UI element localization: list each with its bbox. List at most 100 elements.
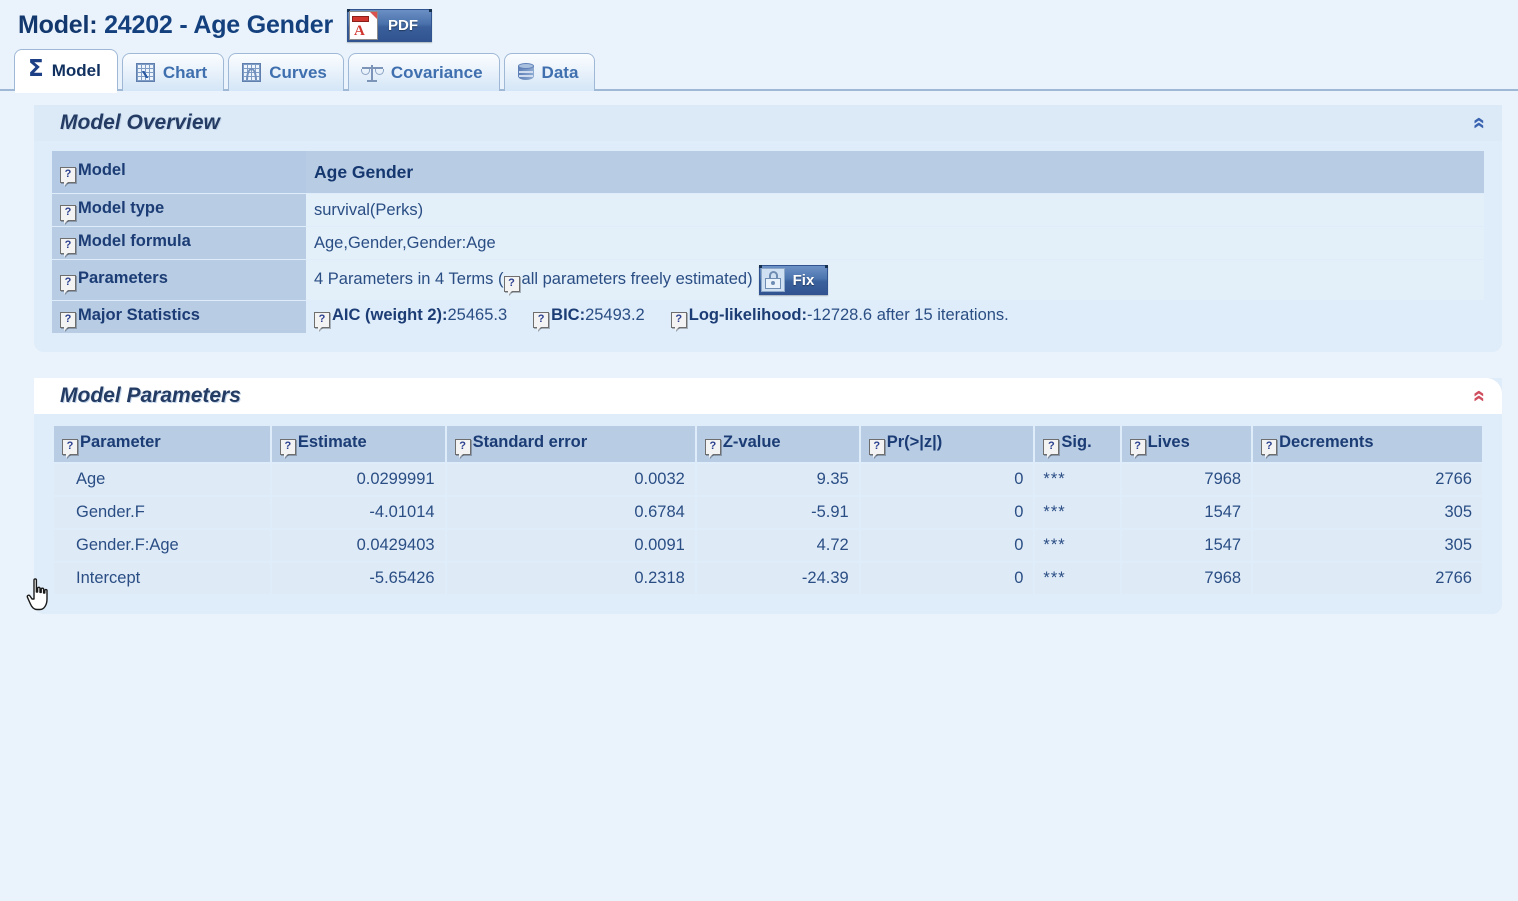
tab-curves-label: Curves — [269, 62, 327, 82]
help-icon[interactable]: ? — [60, 167, 76, 183]
tab-covariance[interactable]: Covariance — [347, 53, 500, 91]
table-row: Intercept -5.65426 0.2318 -24.39 0 *** 7… — [54, 563, 1482, 594]
overview-value-parameters: 4 Parameters in 4 Terms (? all parameters… — [306, 259, 1484, 301]
model-overview-body: ? Model Age Gender ? Model type survival(P… — [34, 141, 1502, 334]
pdf-file-icon: A — [349, 10, 379, 40]
pdf-button-label: PDF — [388, 16, 419, 34]
cell-estimate: 0.0299991 — [271, 464, 445, 495]
column-header-sig[interactable]: ? Sig. — [1035, 426, 1120, 462]
overview-value-model-type: survival(Perks) — [306, 193, 1484, 227]
cell-parameter: Intercept — [54, 563, 270, 594]
cell-p-value: 0 — [860, 464, 1034, 495]
cell-z-value: -5.91 — [696, 497, 859, 528]
balance-scale-icon — [360, 64, 384, 82]
table-row: ? Model type survival(Perks) — [52, 193, 1484, 227]
table-row: Age 0.0299991 0.0032 9.35 0 *** 7968 276… — [54, 464, 1482, 495]
overview-label-parameters: ? Parameters — [52, 259, 306, 301]
cell-z-value: -24.39 — [696, 563, 859, 594]
tab-model[interactable]: Σ Model — [14, 49, 118, 93]
page-title-separator: - — [179, 10, 188, 39]
model-parameters-body: ? Parameter ? Estimate ? Standard error ? Z-… — [34, 414, 1502, 596]
cell-std-error: 0.2318 — [446, 563, 695, 594]
chevron-up-double-icon[interactable]: « — [1468, 390, 1493, 402]
cell-z-value: 9.35 — [696, 464, 859, 495]
curves-icon — [242, 63, 262, 82]
pdf-export-button[interactable]: A PDF — [347, 8, 433, 42]
table-row: ? Parameters 4 Parameters in 4 Terms (? al… — [52, 259, 1484, 301]
help-icon[interactable]: ? — [60, 205, 76, 221]
page-header: Model: 24202 - Age Gender A PDF — [0, 0, 1518, 44]
tab-bar: Σ Model Chart Curves Covariance Data — [0, 44, 1518, 93]
model-parameters-table: ? Parameter ? Estimate ? Standard error ? Z-… — [52, 424, 1484, 596]
page-title-label: Model: — [18, 10, 98, 39]
tab-covariance-label: Covariance — [390, 62, 483, 82]
fix-parameters-button[interactable]: Fix — [758, 265, 829, 295]
column-header-p-value[interactable]: ? Pr(>|z|) — [860, 426, 1034, 462]
help-icon[interactable]: ? — [868, 439, 885, 455]
parameters-text-inner: all parameters freely estimated) — [521, 270, 753, 288]
main-content: Model Overview « ? Model Age Gender ? Mode… — [0, 91, 1518, 614]
help-icon[interactable]: ? — [1261, 439, 1278, 455]
column-header-standard-error[interactable]: ? Standard error — [446, 426, 695, 462]
cell-lives: 7968 — [1121, 563, 1252, 594]
overview-value-major-statistics: ? AIC (weight 2):25465.3 ? BIC:25493.2 ? Lo… — [306, 300, 1484, 334]
cell-sig: *** — [1035, 497, 1120, 528]
column-header-parameter[interactable]: ? Parameter — [54, 426, 270, 462]
help-icon[interactable]: ? — [279, 439, 296, 455]
cell-estimate: 0.0429403 — [271, 530, 445, 561]
table-header-row: ? Parameter ? Estimate ? Standard error ? Z-… — [54, 426, 1482, 462]
table-row: Gender.F:Age 0.0429403 0.0091 4.72 0 ***… — [54, 530, 1482, 561]
column-header-lives[interactable]: ? Lives — [1121, 426, 1252, 462]
model-parameters-header[interactable]: Model Parameters « — [34, 378, 1502, 414]
stat-bic: ? BIC:25493.2 — [533, 306, 645, 328]
overview-value-model: Age Gender — [306, 151, 1484, 194]
cell-decrements: 2766 — [1253, 464, 1482, 495]
tab-chart[interactable]: Chart — [121, 53, 225, 91]
overview-label-model-type: ? Model type — [52, 193, 306, 227]
database-icon — [517, 63, 534, 82]
cell-std-error: 0.6784 — [446, 497, 695, 528]
tab-model-label: Model — [51, 60, 101, 80]
help-icon[interactable]: ? — [314, 312, 330, 328]
help-icon[interactable]: ? — [62, 439, 78, 455]
overview-value-model-formula: Age,Gender,Gender:Age — [306, 226, 1484, 260]
page-title-model-name: Age Gender — [193, 10, 334, 39]
cell-z-value: 4.72 — [696, 530, 859, 561]
tab-data-label: Data — [541, 62, 579, 82]
help-icon[interactable]: ? — [533, 312, 550, 328]
cell-estimate: -4.01014 — [271, 497, 445, 528]
fix-button-label: Fix — [792, 271, 815, 289]
cell-parameter: Gender.F:Age — [54, 530, 270, 561]
column-header-decrements[interactable]: ? Decrements — [1253, 426, 1482, 462]
table-row: ? Major Statistics ? AIC (weight 2):25465.… — [52, 300, 1484, 334]
cell-p-value: 0 — [860, 563, 1034, 594]
help-icon[interactable]: ? — [704, 439, 721, 455]
help-icon[interactable]: ? — [60, 238, 76, 254]
column-header-z-value[interactable]: ? Z-value — [696, 426, 859, 462]
tab-curves[interactable]: Curves — [228, 53, 344, 91]
cell-parameter: Age — [54, 464, 270, 495]
cell-lives: 1547 — [1121, 497, 1252, 528]
cell-parameter: Gender.F — [54, 497, 270, 528]
sigma-icon: Σ — [28, 56, 44, 82]
help-icon[interactable]: ? — [670, 312, 687, 328]
cell-p-value: 0 — [860, 530, 1034, 561]
overview-label-model: ? Model — [52, 151, 306, 194]
table-row: ? Model formula Age,Gender,Gender:Age — [52, 226, 1484, 260]
chevron-up-double-icon[interactable]: « — [1468, 117, 1493, 129]
help-icon[interactable]: ? — [454, 439, 471, 455]
table-row: ? Model Age Gender — [52, 151, 1484, 194]
help-icon[interactable]: ? — [60, 312, 76, 328]
help-icon[interactable]: ? — [60, 275, 76, 291]
model-parameters-panel: Model Parameters « ? Parameter ? Estimate … — [34, 378, 1502, 614]
cell-std-error: 0.0091 — [446, 530, 695, 561]
tab-data[interactable]: Data — [503, 53, 596, 91]
padlock-icon — [760, 268, 785, 292]
column-header-estimate[interactable]: ? Estimate — [271, 426, 445, 462]
cell-estimate: -5.65426 — [271, 563, 445, 594]
help-icon[interactable]: ? — [503, 276, 520, 292]
cell-sig: *** — [1035, 464, 1120, 495]
help-icon[interactable]: ? — [1043, 439, 1060, 455]
help-icon[interactable]: ? — [1129, 439, 1146, 455]
page-title-model-id: 24202 — [104, 10, 173, 39]
